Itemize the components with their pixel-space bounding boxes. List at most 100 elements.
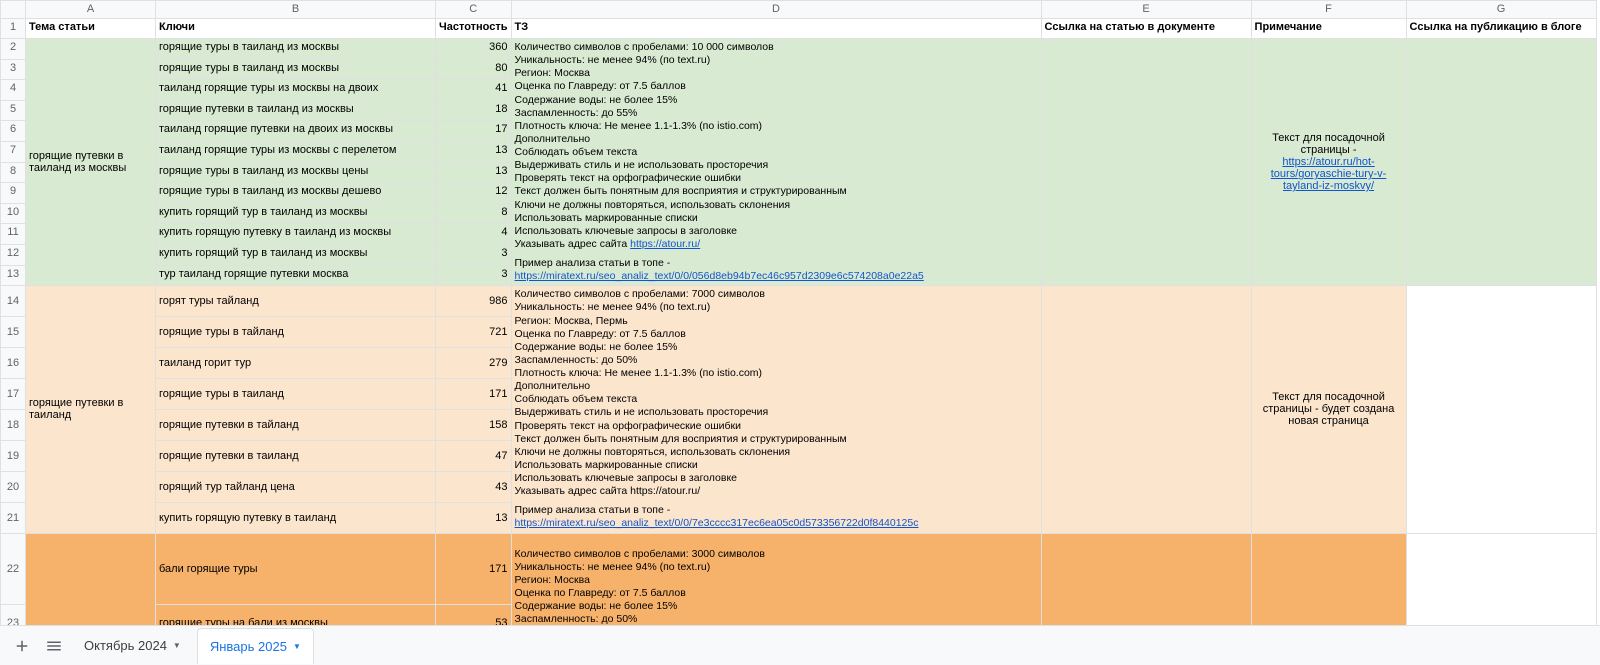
key-cell[interactable]: купить горящий тур в таиланд из москвы [156, 203, 436, 224]
key-cell[interactable]: горят туры тайланд [156, 286, 436, 317]
table-row[interactable]: 22бали горящие туры171Количество символо… [1, 533, 1597, 604]
freq-cell[interactable]: 47 [436, 440, 512, 471]
freq-cell[interactable]: 12 [436, 183, 512, 204]
freq-cell[interactable]: 158 [436, 409, 512, 440]
doc-link-cell[interactable] [1041, 39, 1251, 286]
tz-cell[interactable]: Количество символов с пробелами: 10 000 … [511, 39, 1041, 286]
freq-cell[interactable]: 171 [436, 378, 512, 409]
col-e-header[interactable]: E [1041, 1, 1251, 19]
key-cell[interactable]: горящие туры в таиланд [156, 378, 436, 409]
table-row[interactable]: 2горящие путевки в таиланд из москвыгоря… [1, 39, 1597, 60]
note-cell[interactable]: Текст для посадочной страницы - https://… [1251, 39, 1406, 286]
row-num[interactable]: 3 [1, 59, 26, 80]
row-num[interactable]: 7 [1, 141, 26, 162]
row-num[interactable]: 17 [1, 378, 26, 409]
freq-cell[interactable]: 279 [436, 348, 512, 379]
atour-link[interactable]: https://atour.ru/ [630, 238, 700, 250]
table-row[interactable]: 14горящие путевки в таиландгорят туры та… [1, 286, 1597, 317]
key-cell[interactable]: таиланд горящие туры из москвы с перелет… [156, 141, 436, 162]
key-cell[interactable]: таиланд горящие туры из москвы на двоих [156, 80, 436, 101]
row-num[interactable]: 22 [1, 533, 26, 604]
freq-cell[interactable]: 986 [436, 286, 512, 317]
spreadsheet-grid[interactable]: A B C D E F G 1 Тема статьи Ключи Частот… [0, 0, 1600, 625]
key-cell[interactable]: бали горящие туры [156, 533, 436, 604]
row-num[interactable]: 8 [1, 162, 26, 183]
key-cell[interactable]: горящие путевки в таиланд [156, 440, 436, 471]
key-cell[interactable]: таиланд горящие путевки на двоих из моск… [156, 121, 436, 142]
tz-cell[interactable]: Количество символов с пробелами: 3000 си… [511, 533, 1041, 625]
row-num[interactable]: 2 [1, 39, 26, 60]
topic-cell[interactable]: горящие путевки в таиланд [26, 286, 156, 533]
row-num[interactable]: 13 [1, 265, 26, 286]
header-freq[interactable]: Частотность [436, 19, 512, 39]
analysis-link[interactable]: https://miratext.ru/seo_analiz_text/0/0/… [515, 517, 919, 529]
header-keys[interactable]: Ключи [156, 19, 436, 39]
doc-link-cell[interactable] [1041, 533, 1251, 625]
corner-cell[interactable] [1, 1, 26, 19]
row-num[interactable]: 19 [1, 440, 26, 471]
col-c-header[interactable]: C [436, 1, 512, 19]
freq-cell[interactable]: 43 [436, 471, 512, 502]
header-topic[interactable]: Тема статьи [26, 19, 156, 39]
freq-cell[interactable]: 4 [436, 224, 512, 245]
blog-link-cell[interactable] [1406, 286, 1596, 533]
freq-cell[interactable]: 721 [436, 317, 512, 348]
freq-cell[interactable]: 53 [436, 604, 512, 625]
row-num[interactable]: 11 [1, 224, 26, 245]
blog-link-cell[interactable] [1406, 39, 1596, 286]
row-1-num[interactable]: 1 [1, 19, 26, 39]
row-num[interactable]: 18 [1, 409, 26, 440]
freq-cell[interactable]: 171 [436, 533, 512, 604]
row-num[interactable]: 14 [1, 286, 26, 317]
col-b-header[interactable]: B [156, 1, 436, 19]
tab-oct-2024[interactable]: Октябрь 2024 ▼ [72, 628, 193, 664]
key-cell[interactable]: купить горящую путевку в таиланд [156, 502, 436, 533]
freq-cell[interactable]: 13 [436, 502, 512, 533]
landing-link[interactable]: https://atour.ru/hot-tours/goryaschie-tu… [1271, 156, 1387, 192]
col-g-header[interactable]: G [1406, 1, 1596, 19]
header-link-doc[interactable]: Ссылка на статью в документе [1041, 19, 1251, 39]
analysis-link[interactable]: https://miratext.ru/seo_analiz_text/0/0/… [515, 270, 924, 282]
key-cell[interactable]: горящие туры в таиланд из москвы [156, 59, 436, 80]
note-cell[interactable]: Текст для посадочной страницы - будет со… [1251, 286, 1406, 533]
row-num[interactable]: 4 [1, 80, 26, 101]
row-num[interactable]: 5 [1, 100, 26, 121]
col-d-header[interactable]: D [511, 1, 1041, 19]
tab-jan-2025[interactable]: Январь 2025 ▼ [197, 628, 314, 664]
header-note[interactable]: Примечание [1251, 19, 1406, 39]
header-tz[interactable]: ТЗ [511, 19, 1041, 39]
row-num[interactable]: 23 [1, 604, 26, 625]
row-num[interactable]: 9 [1, 183, 26, 204]
freq-cell[interactable]: 3 [436, 265, 512, 286]
freq-cell[interactable]: 8 [436, 203, 512, 224]
header-link-blog[interactable]: Ссылка на публикацию в блоге [1406, 19, 1596, 39]
key-cell[interactable]: горящие туры в тайланд [156, 317, 436, 348]
freq-cell[interactable]: 13 [436, 141, 512, 162]
tz-cell[interactable]: Количество символов с пробелами: 7000 си… [511, 286, 1041, 533]
key-cell[interactable]: купить горящую путевку в таиланд из моск… [156, 224, 436, 245]
row-num[interactable]: 12 [1, 244, 26, 265]
key-cell[interactable]: горящий тур тайланд цена [156, 471, 436, 502]
note-cell[interactable] [1251, 533, 1406, 625]
row-num[interactable]: 6 [1, 121, 26, 142]
key-cell[interactable]: горящие туры в таиланд из москвы [156, 39, 436, 60]
freq-cell[interactable]: 41 [436, 80, 512, 101]
topic-cell[interactable]: горящие путевки в таиланд из москвы [26, 39, 156, 286]
freq-cell[interactable]: 18 [436, 100, 512, 121]
freq-cell[interactable]: 80 [436, 59, 512, 80]
key-cell[interactable]: тур таиланд горящие путевки москва [156, 265, 436, 286]
blog-link-cell[interactable] [1406, 533, 1596, 625]
key-cell[interactable]: горящие путевки в тайланд [156, 409, 436, 440]
row-num[interactable]: 15 [1, 317, 26, 348]
freq-cell[interactable]: 360 [436, 39, 512, 60]
key-cell[interactable]: таиланд горит тур [156, 348, 436, 379]
freq-cell[interactable]: 13 [436, 162, 512, 183]
row-num[interactable]: 20 [1, 471, 26, 502]
all-sheets-button[interactable] [40, 632, 68, 660]
key-cell[interactable]: купить горящий тур в таиланд из москвы [156, 244, 436, 265]
key-cell[interactable]: горящие туры в таиланд из москвы дешево [156, 183, 436, 204]
add-sheet-button[interactable] [8, 632, 36, 660]
key-cell[interactable]: горящие туры в таиланд из москвы цены [156, 162, 436, 183]
key-cell[interactable]: горящие туры на бали из москвы [156, 604, 436, 625]
doc-link-cell[interactable] [1041, 286, 1251, 533]
